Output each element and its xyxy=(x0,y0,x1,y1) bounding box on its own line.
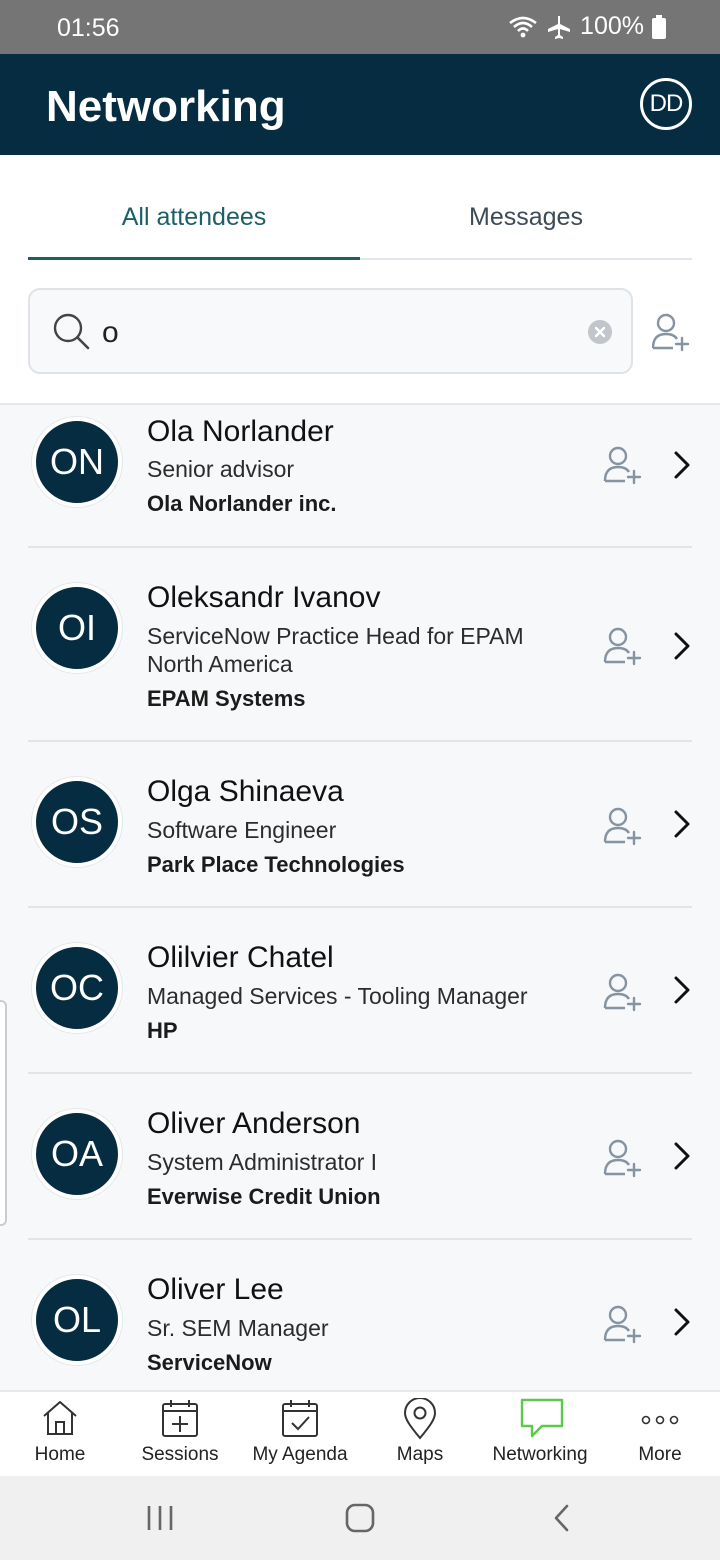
tab-bar: All attendees Messages xyxy=(28,175,692,260)
attendee-avatar: OI xyxy=(32,583,122,673)
attendee-name: Oliver Anderson xyxy=(147,1107,361,1140)
attendee-avatar: OA xyxy=(32,1109,122,1199)
add-contact-icon[interactable] xyxy=(602,445,644,485)
tab-all-attendees[interactable]: All attendees xyxy=(28,203,360,232)
calendar-plus-icon xyxy=(162,1400,198,1437)
attendee-company: Ola Norlander inc. xyxy=(147,491,337,516)
nav-label: My Agenda xyxy=(252,1444,348,1465)
battery-percent: 100% xyxy=(580,12,644,40)
nav-sessions[interactable]: Sessions xyxy=(120,1392,240,1478)
attendee-title: ServiceNow Practice Head for EPAM North … xyxy=(147,623,524,677)
attendee-name: Ola Norlander xyxy=(147,415,334,448)
add-contact-icon[interactable] xyxy=(602,1304,644,1344)
list-item[interactable]: ON Ola Norlander Senior advisor Ola Norl… xyxy=(0,405,720,547)
chat-bubble-icon xyxy=(520,1398,564,1438)
nav-networking[interactable]: Networking xyxy=(480,1392,600,1478)
attendee-company: Everwise Credit Union xyxy=(147,1184,381,1209)
active-tab-indicator xyxy=(28,257,360,260)
add-contact-icon[interactable] xyxy=(602,1138,644,1178)
attendee-title: Software Engineer xyxy=(147,817,337,843)
attendee-company: EPAM Systems xyxy=(147,686,306,711)
nav-label: Maps xyxy=(396,1444,444,1465)
airplane-icon xyxy=(548,15,571,39)
nav-label: Networking xyxy=(492,1444,588,1465)
list-item[interactable]: OL Oliver Lee Sr. SEM Manager ServiceNow xyxy=(0,1240,720,1390)
attendee-title: System Administrator I xyxy=(147,1149,378,1175)
chevron-right-icon[interactable] xyxy=(670,974,694,1006)
status-icons: 100% xyxy=(508,12,666,41)
attendee-name: Olga Shinaeva xyxy=(147,775,344,808)
more-dots-icon xyxy=(641,1415,679,1425)
attendee-avatar: OS xyxy=(32,777,122,867)
attendee-title: Managed Services - Tooling Manager xyxy=(147,983,528,1009)
add-contact-icon[interactable] xyxy=(650,312,692,352)
attendee-avatar: ON xyxy=(32,417,122,507)
search-value: o xyxy=(102,316,119,349)
attendee-title: Senior advisor xyxy=(147,456,295,482)
battery-icon xyxy=(652,14,666,39)
chevron-right-icon[interactable] xyxy=(670,630,694,662)
map-pin-icon xyxy=(403,1398,437,1440)
nav-label: Sessions xyxy=(141,1444,219,1465)
nav-label: More xyxy=(638,1444,682,1465)
attendee-name: Olilvier Chatel xyxy=(147,941,334,974)
search-input[interactable]: o xyxy=(28,288,633,374)
chevron-right-icon[interactable] xyxy=(670,449,694,481)
search-icon xyxy=(53,313,90,350)
nav-label: Home xyxy=(34,1444,86,1465)
attendee-company: HP xyxy=(147,1018,178,1043)
recent-apps-icon[interactable] xyxy=(146,1502,174,1534)
list-item[interactable]: OI Oleksandr Ivanov ServiceNow Practice … xyxy=(0,548,720,742)
attendee-company: ServiceNow xyxy=(147,1350,272,1375)
nav-home[interactable]: Home xyxy=(0,1392,120,1478)
add-contact-icon[interactable] xyxy=(602,806,644,846)
attendee-name: Oliver Lee xyxy=(147,1273,284,1306)
wifi-icon xyxy=(509,16,537,37)
status-bar: 01:56 100% xyxy=(0,0,720,54)
list-item[interactable]: OS Olga Shinaeva Software Engineer Park … xyxy=(0,742,720,907)
add-contact-icon[interactable] xyxy=(602,972,644,1012)
attendee-name: Oleksandr Ivanov xyxy=(147,581,381,614)
list-item[interactable]: OA Oliver Anderson System Administrator … xyxy=(0,1074,720,1239)
home-button-icon[interactable] xyxy=(344,1502,376,1534)
attendee-avatar: OC xyxy=(32,943,122,1033)
edge-panel-handle[interactable] xyxy=(0,1000,7,1226)
status-time: 01:56 xyxy=(57,14,120,42)
nav-more[interactable]: More xyxy=(600,1392,720,1478)
tab-messages[interactable]: Messages xyxy=(360,203,692,232)
calendar-check-icon xyxy=(282,1400,318,1437)
back-icon[interactable] xyxy=(550,1502,574,1534)
user-avatar[interactable]: DD xyxy=(640,78,692,130)
app-header: Networking xyxy=(0,54,720,155)
chevron-right-icon[interactable] xyxy=(670,808,694,840)
add-contact-icon[interactable] xyxy=(602,626,644,666)
attendee-title: Sr. SEM Manager xyxy=(147,1315,329,1341)
attendee-company: Park Place Technologies xyxy=(147,852,405,877)
list-item[interactable]: OC Olilvier Chatel Managed Services - To… xyxy=(0,908,720,1073)
clear-search-icon[interactable] xyxy=(588,320,612,344)
system-nav-bar xyxy=(0,1476,720,1560)
attendee-avatar: OL xyxy=(32,1275,122,1365)
bottom-nav: Home Sessions My Agenda Maps Networking … xyxy=(0,1390,720,1476)
nav-my-agenda[interactable]: My Agenda xyxy=(240,1392,360,1478)
nav-maps[interactable]: Maps xyxy=(360,1392,480,1478)
chevron-right-icon[interactable] xyxy=(670,1140,694,1172)
page-title: Networking xyxy=(46,82,286,131)
home-icon xyxy=(43,1401,77,1435)
attendee-list: ON Ola Norlander Senior advisor Ola Norl… xyxy=(0,403,720,1390)
chevron-right-icon[interactable] xyxy=(670,1306,694,1338)
